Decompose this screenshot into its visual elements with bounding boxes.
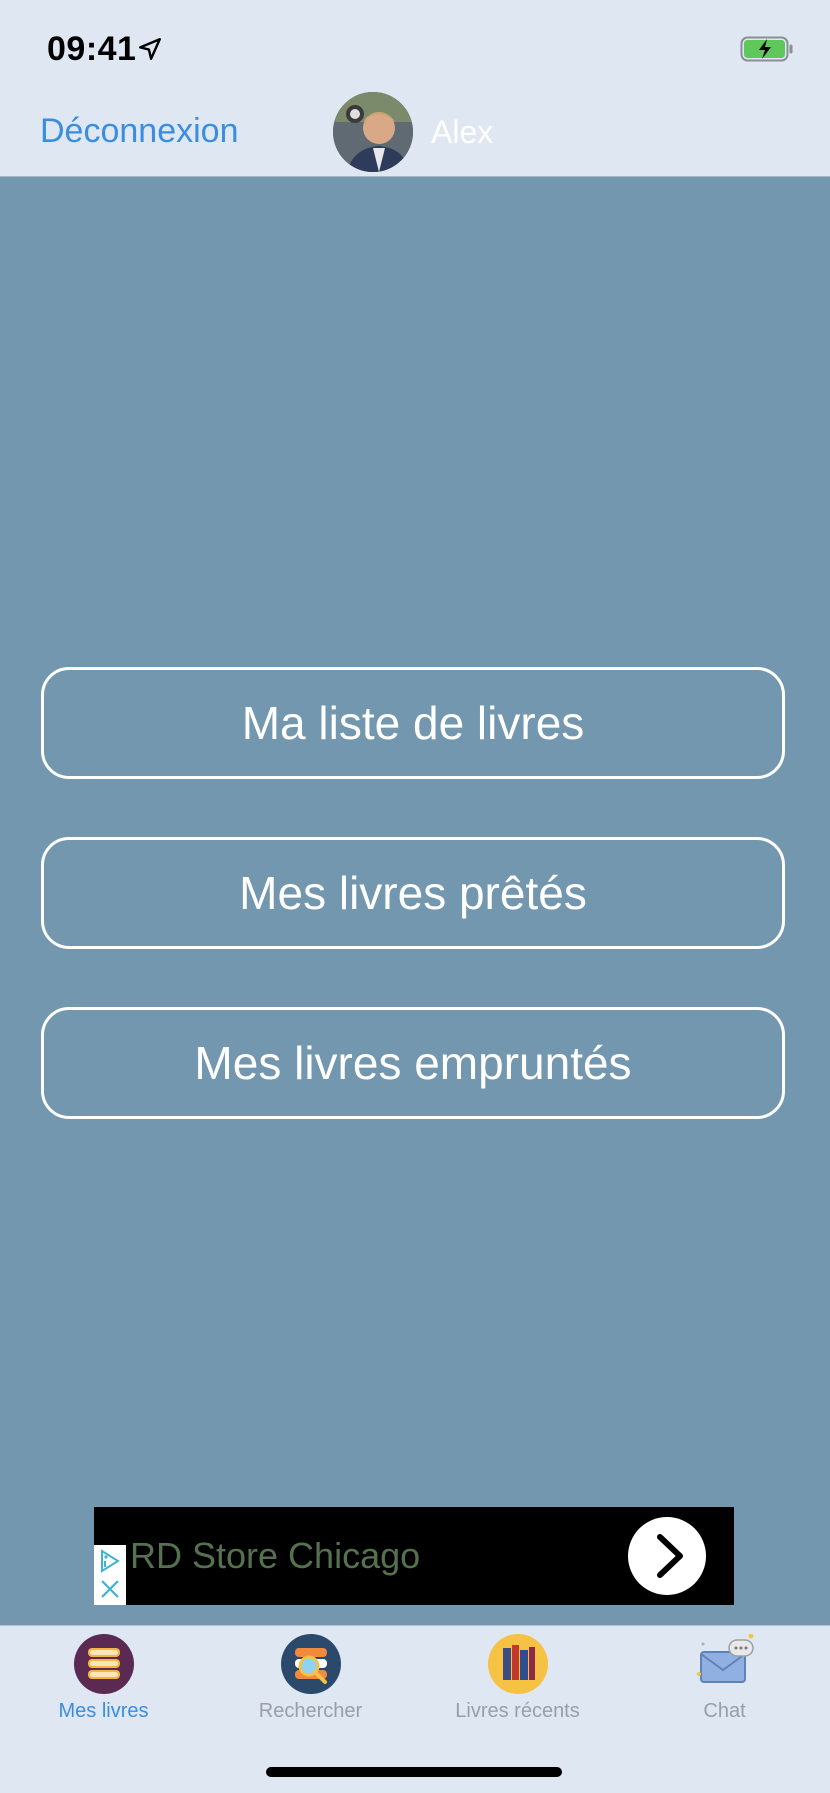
- status-bar: 09:41: [0, 0, 830, 86]
- tab-chat[interactable]: Chat: [621, 1626, 828, 1746]
- lent-books-button[interactable]: Mes livres prêtés: [41, 837, 785, 949]
- tab-my-books[interactable]: Mes livres: [0, 1626, 207, 1746]
- my-book-list-button[interactable]: Ma liste de livres: [41, 667, 785, 779]
- navigation-bar: Déconnexion Alex: [0, 86, 830, 177]
- ad-choices-icon: [101, 1549, 120, 1598]
- borrowed-books-button[interactable]: Mes livres empruntés: [41, 1007, 785, 1119]
- ad-arrow-button[interactable]: [628, 1517, 706, 1595]
- envelope-chat-icon: [697, 1634, 754, 1683]
- bookshelf-icon: [488, 1634, 548, 1694]
- tab-label: Chat: [703, 1700, 746, 1722]
- status-time: 09:41: [47, 30, 137, 68]
- location-arrow-icon: [139, 38, 161, 60]
- books-stack-icon: [74, 1634, 134, 1694]
- tab-recent-books[interactable]: Livres récents: [414, 1626, 621, 1746]
- battery-charging-icon: [740, 36, 793, 62]
- avatar[interactable]: [333, 92, 413, 172]
- tab-label: Rechercher: [258, 1700, 363, 1722]
- ad-banner[interactable]: RD Store Chicago: [94, 1507, 734, 1605]
- chevron-right-icon: [657, 1534, 683, 1578]
- home-indicator[interactable]: [266, 1767, 562, 1777]
- tab-label: Livres récents: [455, 1700, 580, 1722]
- ad-text: RD Store Chicago: [130, 1535, 421, 1576]
- tab-search[interactable]: Rechercher: [207, 1626, 414, 1746]
- avatar-photo-icon: [333, 92, 413, 172]
- logout-button[interactable]: Déconnexion: [40, 112, 238, 151]
- ad-choices[interactable]: [94, 1545, 126, 1605]
- tab-label: Mes livres: [58, 1700, 149, 1722]
- username-label: Alex: [431, 114, 494, 150]
- search-book-icon: [281, 1634, 341, 1694]
